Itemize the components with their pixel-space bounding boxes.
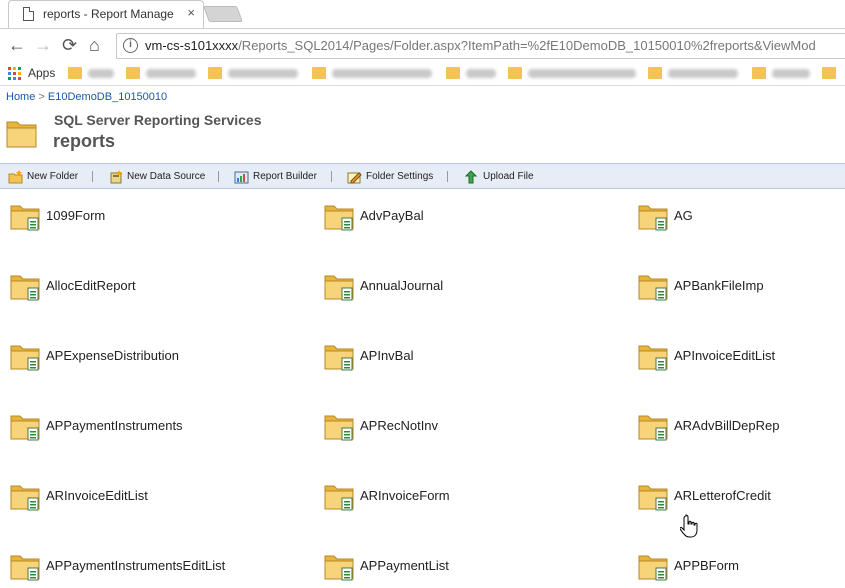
forward-icon[interactable]: → xyxy=(34,35,52,55)
folder-link[interactable]: APRecNotInv xyxy=(360,418,438,433)
folder-link[interactable]: AG xyxy=(674,208,693,223)
folder-icon xyxy=(822,67,836,79)
folder-settings-button[interactable]: Folder Settings xyxy=(347,168,433,185)
page-icon xyxy=(23,7,34,21)
breadcrumb-separator: > xyxy=(35,91,48,103)
tab-close-icon[interactable]: × xyxy=(187,5,195,20)
info-icon[interactable]: i xyxy=(123,38,138,53)
report-folder-icon[interactable] xyxy=(324,273,356,308)
upload-file-button[interactable]: Upload File xyxy=(464,168,534,185)
report-folder-icon[interactable] xyxy=(10,553,42,588)
folder-icon xyxy=(312,67,326,79)
folder-link[interactable]: AllocEditReport xyxy=(46,278,136,293)
folder-icon xyxy=(208,67,222,79)
new-folder-icon xyxy=(8,169,24,184)
tab-title: reports - Report Manage xyxy=(43,7,174,21)
address-toolbar: ← → ⟳ ⌂ i vm-cs-s101xxxx/Reports_SQL2014… xyxy=(0,28,845,62)
bookmarks-bar: Apps xyxy=(0,62,845,86)
report-folder-icon[interactable] xyxy=(638,483,670,518)
upload-file-label: Upload File xyxy=(483,171,534,182)
folder-link[interactable]: ARInvoiceForm xyxy=(360,488,450,503)
folder-link[interactable]: APInvoiceEditList xyxy=(674,348,775,363)
back-icon[interactable]: ← xyxy=(8,35,26,55)
browser-tab[interactable]: reports - Report Manage × xyxy=(8,0,204,28)
folder-settings-icon xyxy=(347,170,363,184)
folder-link[interactable]: APPaymentList xyxy=(360,558,449,573)
report-folder-icon[interactable] xyxy=(638,413,670,448)
breadcrumb: Home > E10DemoDB_10150010 xyxy=(6,91,167,103)
new-data-source-button[interactable]: New Data Source xyxy=(108,168,205,185)
header-folder-icon xyxy=(6,116,38,155)
report-folder-icon[interactable] xyxy=(324,343,356,378)
toolbar-divider xyxy=(218,171,219,182)
address-bar[interactable]: i vm-cs-s101xxxx/Reports_SQL2014/Pages/F… xyxy=(116,33,845,59)
report-folder-icon[interactable] xyxy=(324,553,356,588)
folder-icon xyxy=(508,67,522,79)
report-folder-icon[interactable] xyxy=(638,203,670,238)
folder-link[interactable]: APPBForm xyxy=(674,558,739,573)
toolbar-divider xyxy=(447,171,448,182)
product-name: SQL Server Reporting Services xyxy=(54,112,262,128)
apps-icon[interactable] xyxy=(8,67,21,80)
browser-tabstrip: reports - Report Manage × xyxy=(0,0,845,28)
toolbar-divider xyxy=(92,171,93,182)
folder-link[interactable]: AnnualJournal xyxy=(360,278,443,293)
folder-link[interactable]: APPaymentInstrumentsEditList xyxy=(46,558,225,573)
new-folder-button[interactable]: New Folder xyxy=(8,168,78,185)
folder-toolbar: New Folder New Data Source Report Builde… xyxy=(0,163,845,189)
report-builder-icon xyxy=(234,170,250,184)
breadcrumb-home-link[interactable]: Home xyxy=(6,91,35,103)
report-folder-icon[interactable] xyxy=(638,343,670,378)
folder-settings-label: Folder Settings xyxy=(366,171,434,182)
home-icon[interactable]: ⌂ xyxy=(89,35,100,55)
report-folder-icon[interactable] xyxy=(10,203,42,238)
report-folder-icon[interactable] xyxy=(638,273,670,308)
hand-cursor-icon xyxy=(679,514,698,543)
report-folder-icon[interactable] xyxy=(10,483,42,518)
report-folder-icon[interactable] xyxy=(10,343,42,378)
url-host: vm-cs-s101xxxx xyxy=(145,38,239,53)
toolbar-divider xyxy=(331,171,332,182)
report-folder-icon[interactable] xyxy=(10,413,42,448)
folder-link[interactable]: APExpenseDistribution xyxy=(46,348,179,363)
page-title: reports xyxy=(53,131,116,151)
folder-link[interactable]: APPaymentInstruments xyxy=(46,418,183,433)
report-folder-icon[interactable] xyxy=(10,273,42,308)
folder-link[interactable]: ARAdvBillDepRep xyxy=(674,418,780,433)
report-folder-icon[interactable] xyxy=(324,483,356,518)
folder-link[interactable]: ARLetterofCredit xyxy=(674,488,771,503)
folder-icon xyxy=(648,67,662,79)
new-folder-label: New Folder xyxy=(27,171,79,182)
folder-link[interactable]: APBankFileImp xyxy=(674,278,764,293)
apps-bookmark[interactable]: Apps xyxy=(28,66,55,80)
report-builder-label: Report Builder xyxy=(253,171,317,182)
url-text[interactable]: vm-cs-s101xxxx/Reports_SQL2014/Pages/Fol… xyxy=(145,38,816,53)
report-folder-icon[interactable] xyxy=(324,413,356,448)
folder-icon xyxy=(752,67,766,79)
report-folder-icon[interactable] xyxy=(638,553,670,588)
folder-icon xyxy=(446,67,460,79)
breadcrumb-current-link[interactable]: E10DemoDB_10150010 xyxy=(48,91,167,103)
folder-link[interactable]: ARInvoiceEditList xyxy=(46,488,148,503)
url-path: /Reports_SQL2014/Pages/Folder.aspx?ItemP… xyxy=(238,38,816,53)
upload-arrow-icon xyxy=(464,169,480,184)
report-folder-icon[interactable] xyxy=(324,203,356,238)
new-data-source-icon xyxy=(108,169,124,184)
new-data-source-label: New Data Source xyxy=(127,171,206,182)
folder-link[interactable]: APInvBal xyxy=(360,348,413,363)
folder-icon xyxy=(126,67,140,79)
folder-link[interactable]: AdvPayBal xyxy=(360,208,424,223)
folder-icon xyxy=(68,67,82,79)
report-builder-button[interactable]: Report Builder xyxy=(234,168,317,185)
reload-icon[interactable]: ⟳ xyxy=(62,35,77,55)
new-tab-button[interactable] xyxy=(203,6,243,22)
folder-link[interactable]: 1099Form xyxy=(46,208,105,223)
